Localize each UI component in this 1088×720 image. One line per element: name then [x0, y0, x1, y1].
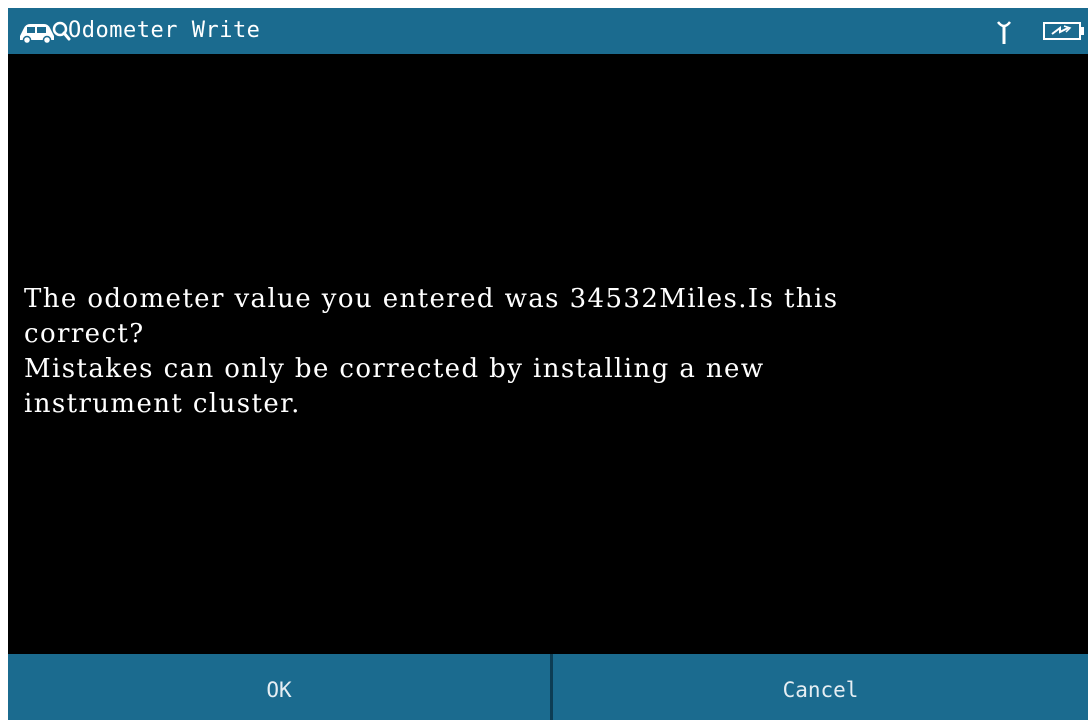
message-line: instrument cluster.	[24, 389, 301, 419]
signal-antenna-icon	[997, 21, 1011, 44]
message-line: The odometer value you entered was 34532…	[24, 284, 839, 314]
message-line: correct?	[24, 319, 145, 349]
car-with-magnifier-icon	[20, 21, 71, 45]
message-line: Mistakes can only be corrected by instal…	[24, 354, 765, 384]
ok-button[interactable]: OK	[8, 654, 550, 720]
cancel-button[interactable]: Cancel	[553, 654, 1088, 720]
battery-charging-icon	[1043, 22, 1084, 40]
button-bar: OK Cancel	[8, 654, 1088, 720]
title-bar: Odometer Write	[8, 8, 1088, 54]
window-title: Odometer Write	[68, 18, 261, 43]
confirmation-message: The odometer value you entered was 34532…	[24, 282, 1024, 422]
message-area: The odometer value you entered was 34532…	[8, 54, 1088, 654]
diagnostic-screen: Odometer Write The odometer value you en…	[8, 8, 1088, 720]
